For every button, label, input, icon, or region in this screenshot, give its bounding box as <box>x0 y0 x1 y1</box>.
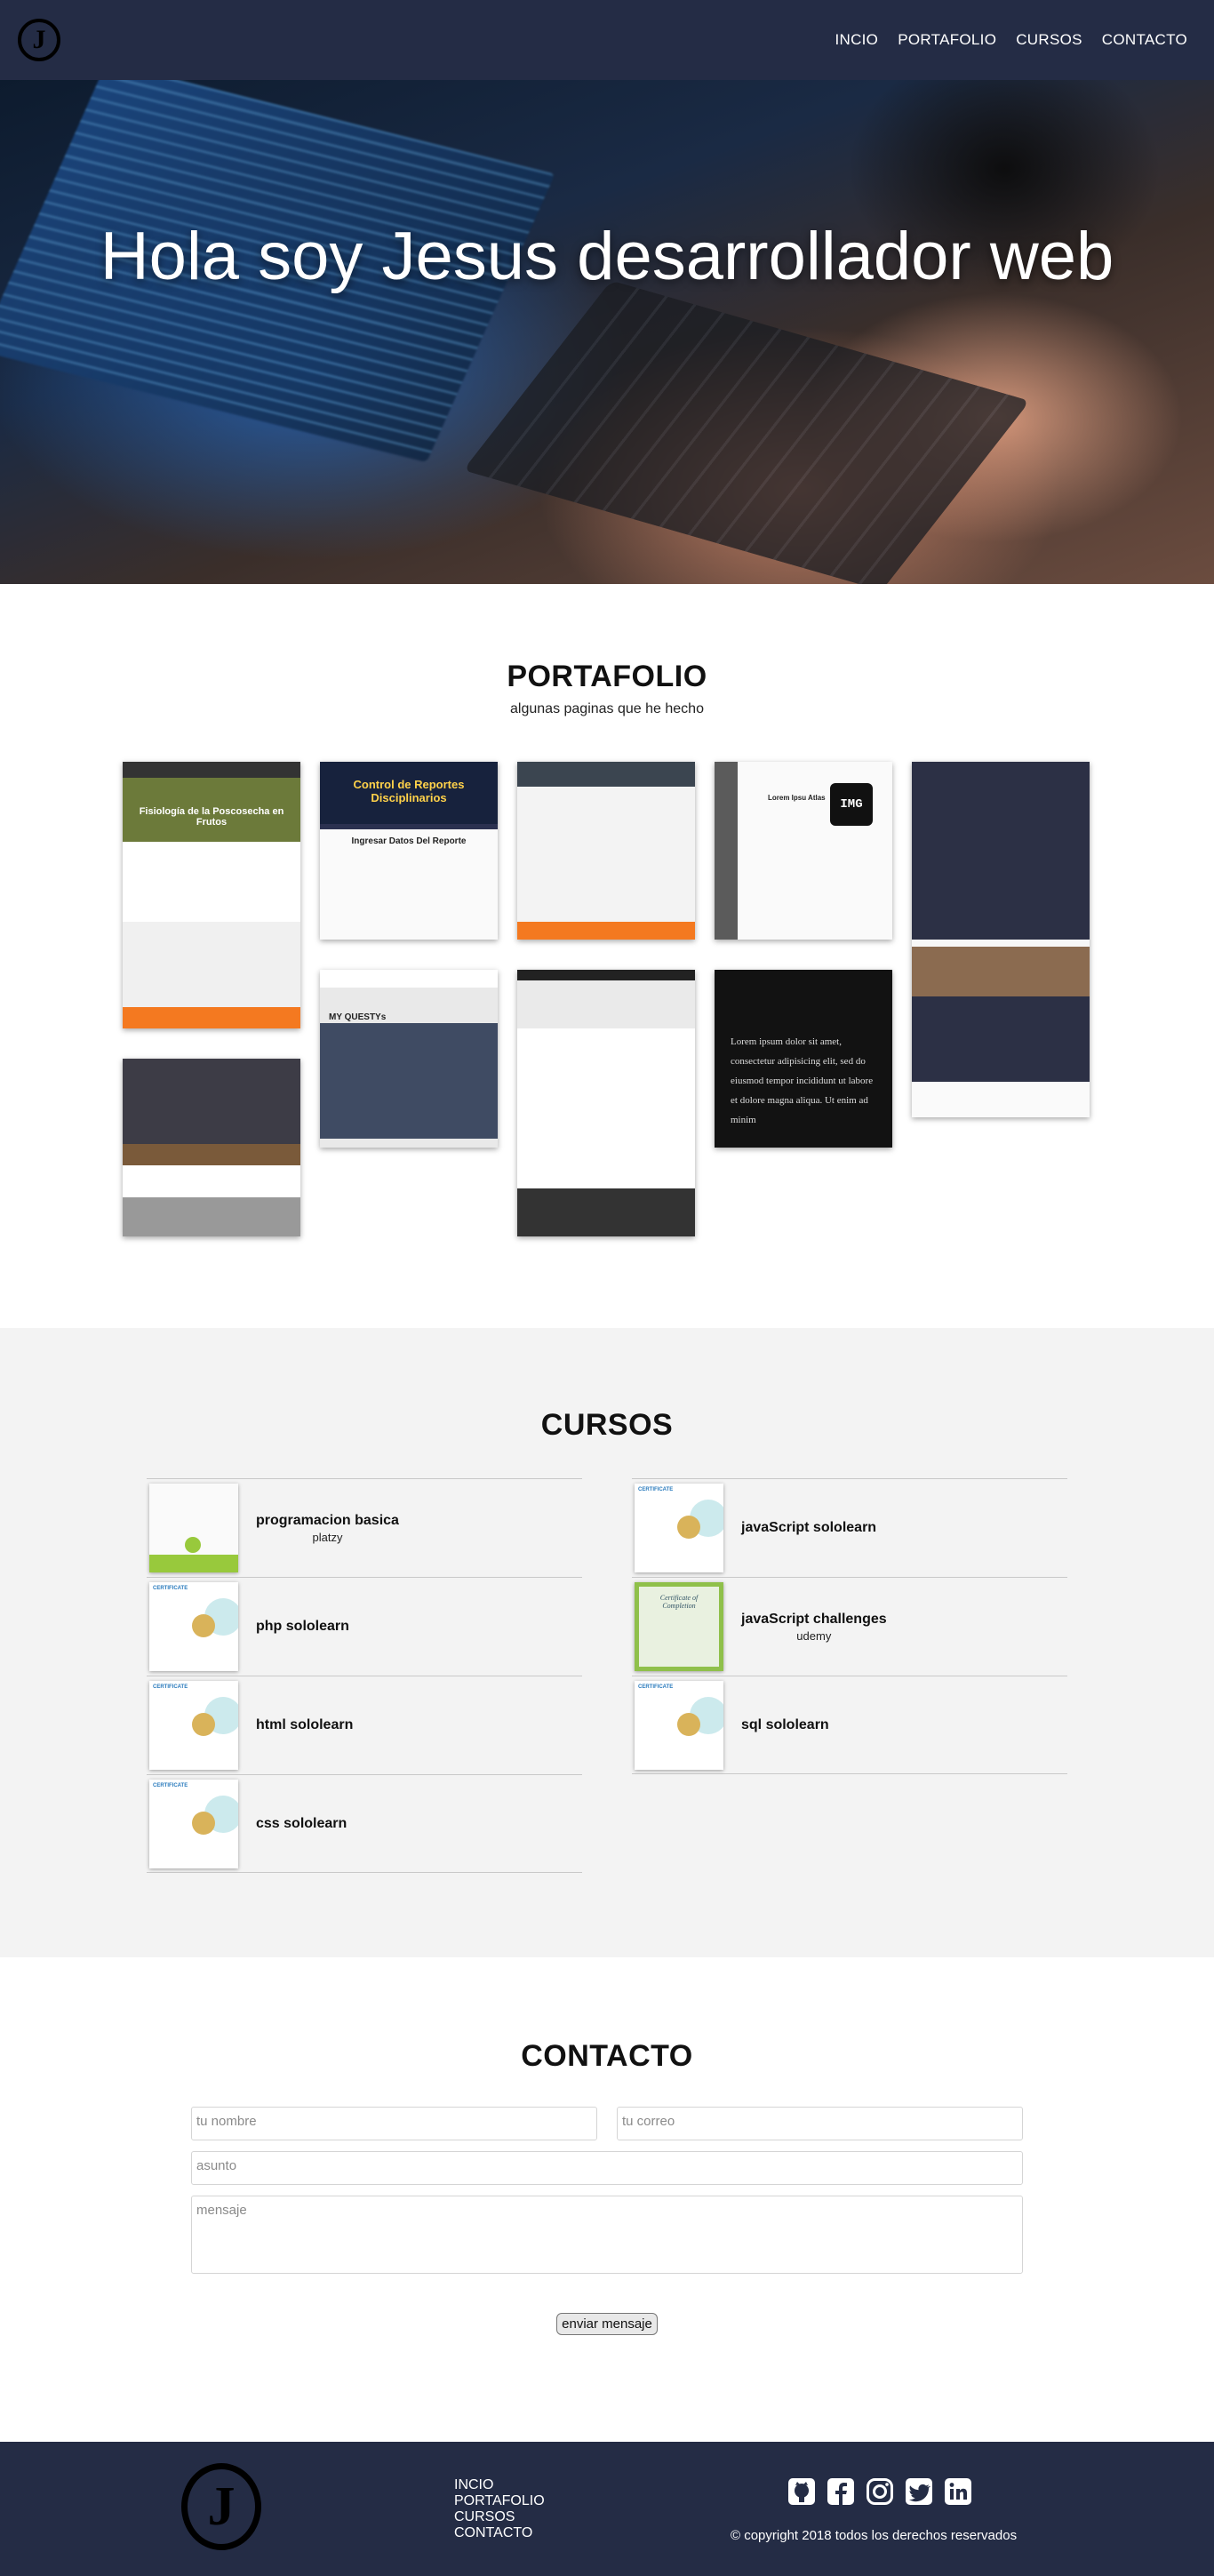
contact-form: tu nombre tu correo asunto mensaje envia… <box>191 2107 1023 2335</box>
footer: J INCIO PORTAFOLIO CURSOS CONTACTO © cop… <box>0 2442 1214 2576</box>
footer-link-cursos[interactable]: CURSOS <box>454 2509 545 2525</box>
course-issuer: platzy <box>312 1530 343 1544</box>
hero-title: Hola soy Jesus desarrollador web <box>100 219 1114 294</box>
certificate-image[interactable] <box>149 1779 238 1868</box>
nav-link-cursos[interactable]: CURSOS <box>1016 31 1082 49</box>
course-issuer: udemy <box>796 1628 832 1643</box>
logo-letter: J <box>207 2476 236 2537</box>
course-name: sql sololearn <box>741 1716 829 1732</box>
portfolio-item-caption: Control de Reportes Disciplinarios <box>353 778 465 804</box>
course-item: html sololearn <box>147 1676 582 1774</box>
portfolio-item-caption: MY QUESTYs <box>329 1012 387 1022</box>
hero-keyboard <box>462 280 1031 584</box>
portfolio-item[interactable]: Control de Reportes Disciplinarios Ingres… <box>320 762 498 940</box>
course-item: sql sololearn <box>632 1676 1067 1774</box>
course-item: programacion basica platzy <box>147 1478 582 1577</box>
course-item: javaScript sololearn <box>632 1478 1067 1577</box>
courses-title: CURSOS <box>540 1408 674 1442</box>
course-name: javaScript sololearn <box>741 1520 877 1535</box>
footer-logo[interactable]: J <box>181 2463 261 2550</box>
contact-section: CONTACTO tu nombre tu correo asunto mens… <box>0 1957 1214 2442</box>
portfolio-item-caption: Fisiología de la Poscosecha en Frutos <box>139 806 284 828</box>
portfolio-item[interactable]: Fisiología de la Poscosecha en Frutos <box>123 762 300 1028</box>
course-name: php sololearn <box>256 1619 349 1634</box>
portfolio-item[interactable] <box>912 762 1090 1117</box>
course-item: javaScript challengesudemy <box>632 1577 1067 1676</box>
certificate-image[interactable] <box>149 1681 238 1770</box>
course-name: programacion basica <box>256 1512 399 1528</box>
portfolio-item[interactable] <box>123 1059 300 1236</box>
portfolio-item-caption: Lorem Ipsu Atlas <box>768 794 826 802</box>
portfolio-grid: Fisiología de la Poscosecha en Frutos Co… <box>123 762 1091 1244</box>
portfolio-section: PORTAFOLIO algunas paginas que he hecho … <box>0 584 1214 1328</box>
footer-link-contacto[interactable]: CONTACTO <box>454 2525 545 2541</box>
nav-link-contacto[interactable]: CONTACTO <box>1102 31 1187 49</box>
linkedin-icon[interactable] <box>944 2477 972 2506</box>
certificate-image[interactable] <box>635 1582 723 1671</box>
subject-field[interactable]: asunto <box>191 2151 1023 2185</box>
portfolio-item-subcaption: Ingresar Datos Del Reporte <box>351 836 467 846</box>
certificate-image[interactable] <box>149 1582 238 1671</box>
send-message-button[interactable]: enviar mensaje <box>556 2313 658 2335</box>
twitter-icon[interactable] <box>905 2477 933 2506</box>
portfolio-title: PORTAFOLIO <box>507 660 707 693</box>
nav-link-inicio[interactable]: INCIO <box>835 31 878 49</box>
certificate-image[interactable] <box>149 1484 238 1572</box>
courses-list: programacion basica platzy javaScript sol… <box>147 1478 1067 1873</box>
course-name: html sololearn <box>256 1717 354 1732</box>
portfolio-item[interactable] <box>517 970 695 1236</box>
nav-links: INCIO PORTAFOLIO CURSOS CONTACTO <box>835 31 1187 49</box>
logo-letter: J <box>32 25 46 54</box>
certificate-image[interactable] <box>635 1680 723 1770</box>
hero-banner: Hola soy Jesus desarrollador web <box>0 80 1214 584</box>
courses-section: CURSOS programacion basica platzy javaScr… <box>0 1328 1214 1957</box>
email-field[interactable]: tu correo <box>617 2107 1023 2140</box>
nav-link-portafolio[interactable]: PORTAFOLIO <box>898 31 996 49</box>
facebook-icon[interactable] <box>827 2477 855 2506</box>
portfolio-item[interactable]: Lorem Ipsu Atlas IMG <box>715 762 892 940</box>
course-item: css sololearn <box>147 1774 582 1873</box>
github-icon[interactable] <box>787 2477 816 2506</box>
portfolio-item[interactable] <box>517 762 695 940</box>
top-navbar: J INCIO PORTAFOLIO CURSOS CONTACTO <box>0 0 1214 80</box>
portfolio-item-caption: Lorem ipsum dolor sit amet, consectetur … <box>731 1036 874 1125</box>
portfolio-item[interactable]: MY QUESTYs <box>320 970 498 1148</box>
portfolio-subtitle: algunas paginas que he hecho <box>510 701 704 716</box>
message-field[interactable]: mensaje <box>191 2196 1023 2274</box>
footer-link-portafolio[interactable]: PORTAFOLIO <box>454 2493 545 2509</box>
instagram-icon[interactable] <box>866 2477 894 2506</box>
course-item: php sololearn <box>147 1577 582 1676</box>
name-field[interactable]: tu nombre <box>191 2107 597 2140</box>
footer-links: INCIO PORTAFOLIO CURSOS CONTACTO <box>454 2477 545 2541</box>
logo[interactable]: J <box>18 19 60 61</box>
certificate-image[interactable] <box>635 1484 723 1572</box>
portfolio-item[interactable]: Lorem ipsum dolor sit amet, consectetur … <box>715 970 892 1148</box>
copyright-text: © copyright 2018 todos los derechos rese… <box>731 2528 1018 2543</box>
social-links <box>787 2477 972 2506</box>
course-name: javaScript challenges <box>741 1611 887 1627</box>
portfolio-item-badge: IMG <box>830 783 873 826</box>
course-name: css sololearn <box>256 1815 347 1831</box>
footer-link-inicio[interactable]: INCIO <box>454 2477 545 2493</box>
contact-title: CONTACTO <box>521 2039 693 2073</box>
